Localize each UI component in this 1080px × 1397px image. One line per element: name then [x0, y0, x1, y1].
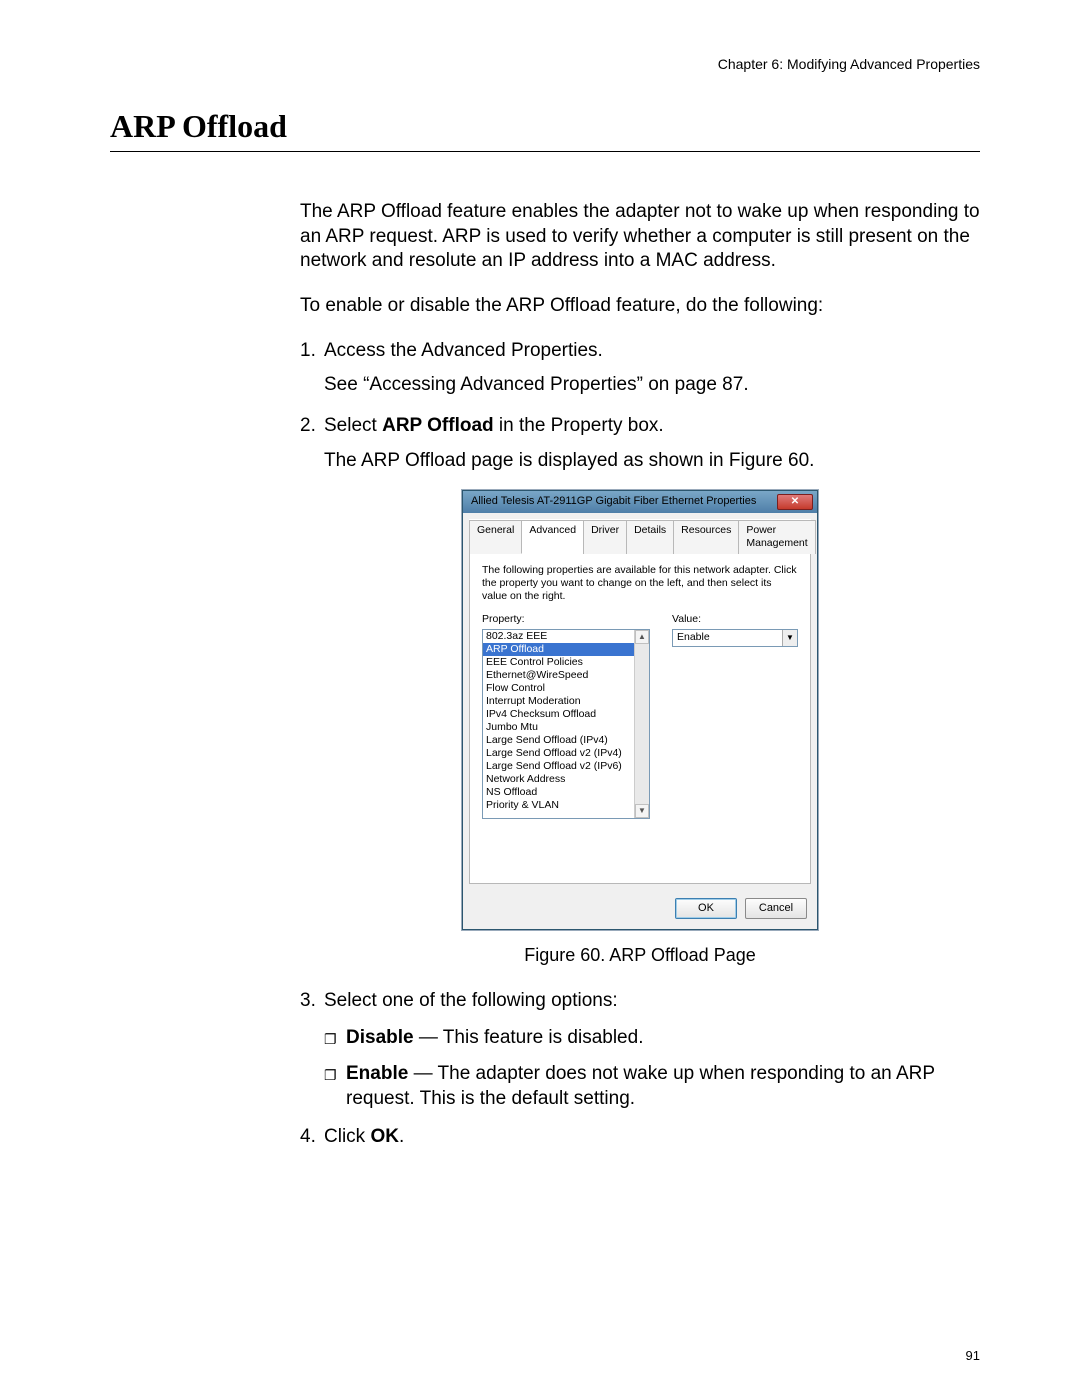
step-number: 1. — [300, 339, 324, 364]
chapter-header: Chapter 6: Modifying Advanced Properties — [110, 56, 980, 72]
dialog-instructions: The following properties are available f… — [482, 564, 798, 603]
step-3-text: Select one of the following options: — [324, 990, 618, 1011]
lead-paragraph: To enable or disable the ARP Offload fea… — [300, 294, 980, 319]
property-listbox[interactable]: 802.3az EEEARP OffloadEEE Control Polici… — [482, 629, 650, 819]
step-1-text: Access the Advanced Properties. — [324, 340, 603, 361]
property-item[interactable]: NS Offload — [483, 786, 634, 799]
step-number: 2. — [300, 414, 324, 439]
tab-advanced[interactable]: Advanced — [521, 520, 584, 554]
intro-paragraph: The ARP Offload feature enables the adap… — [300, 200, 980, 274]
property-item[interactable]: Jumbo Mtu — [483, 721, 634, 734]
figure-caption: Figure 60. ARP Offload Page — [300, 944, 980, 967]
property-item[interactable]: Network Address — [483, 773, 634, 786]
property-item[interactable]: Interrupt Moderation — [483, 695, 634, 708]
properties-dialog: Allied Telesis AT-2911GP Gigabit Fiber E… — [462, 490, 818, 930]
scroll-down-icon[interactable]: ▼ — [635, 804, 649, 818]
property-item[interactable]: Priority & VLAN — [483, 799, 634, 812]
bullet-icon: ❐ — [324, 1026, 346, 1052]
close-button[interactable]: ✕ — [777, 494, 813, 510]
tab-details[interactable]: Details — [626, 520, 674, 554]
tab-strip: General Advanced Driver Details Resource… — [469, 519, 811, 554]
property-item[interactable]: Large Send Offload (IPv4) — [483, 734, 634, 747]
property-item[interactable]: 802.3az EEE — [483, 630, 634, 643]
property-item[interactable]: ARP Offload — [483, 643, 634, 656]
value-combobox[interactable]: Enable ▼ — [672, 629, 798, 647]
property-label: Property: — [482, 613, 650, 627]
dialog-titlebar: Allied Telesis AT-2911GP Gigabit Fiber E… — [463, 491, 817, 513]
option-enable: Enable — The adapter does not wake up wh… — [346, 1062, 980, 1111]
step-1-note: See “Accessing Advanced Properties” on p… — [324, 373, 980, 398]
step-2-text: Select ARP Offload in the Property box. — [324, 415, 664, 436]
scroll-up-icon[interactable]: ▲ — [635, 630, 649, 644]
step-number: 4. — [300, 1125, 324, 1150]
chevron-down-icon[interactable]: ▼ — [782, 630, 797, 646]
body-content: The ARP Offload feature enables the adap… — [300, 200, 980, 1150]
listbox-scrollbar[interactable]: ▲ ▼ — [634, 630, 649, 818]
step-number: 3. — [300, 989, 324, 1014]
value-label: Value: — [672, 613, 798, 627]
step-4-text: Click OK. — [324, 1126, 404, 1147]
tab-resources[interactable]: Resources — [673, 520, 739, 554]
property-item[interactable]: Ethernet@WireSpeed — [483, 669, 634, 682]
property-item[interactable]: IPv4 Checksum Offload — [483, 708, 634, 721]
close-icon: ✕ — [791, 495, 799, 508]
property-item[interactable]: Large Send Offload v2 (IPv4) — [483, 747, 634, 760]
dialog-title: Allied Telesis AT-2911GP Gigabit Fiber E… — [471, 494, 756, 508]
option-disable: Disable — This feature is disabled. — [346, 1026, 643, 1052]
tab-power-management[interactable]: Power Management — [738, 520, 815, 554]
cancel-button[interactable]: Cancel — [745, 898, 807, 919]
page-title: ARP Offload — [110, 108, 980, 152]
tab-driver[interactable]: Driver — [583, 520, 627, 554]
tab-general[interactable]: General — [469, 520, 522, 554]
bullet-icon: ❐ — [324, 1062, 346, 1111]
property-item[interactable]: EEE Control Policies — [483, 656, 634, 669]
property-item[interactable]: Large Send Offload v2 (IPv6) — [483, 760, 634, 773]
property-item[interactable]: Flow Control — [483, 682, 634, 695]
step-2-note: The ARP Offload page is displayed as sho… — [324, 449, 980, 474]
page-number: 91 — [966, 1348, 980, 1363]
value-selected: Enable — [673, 630, 782, 646]
ok-button[interactable]: OK — [675, 898, 737, 919]
